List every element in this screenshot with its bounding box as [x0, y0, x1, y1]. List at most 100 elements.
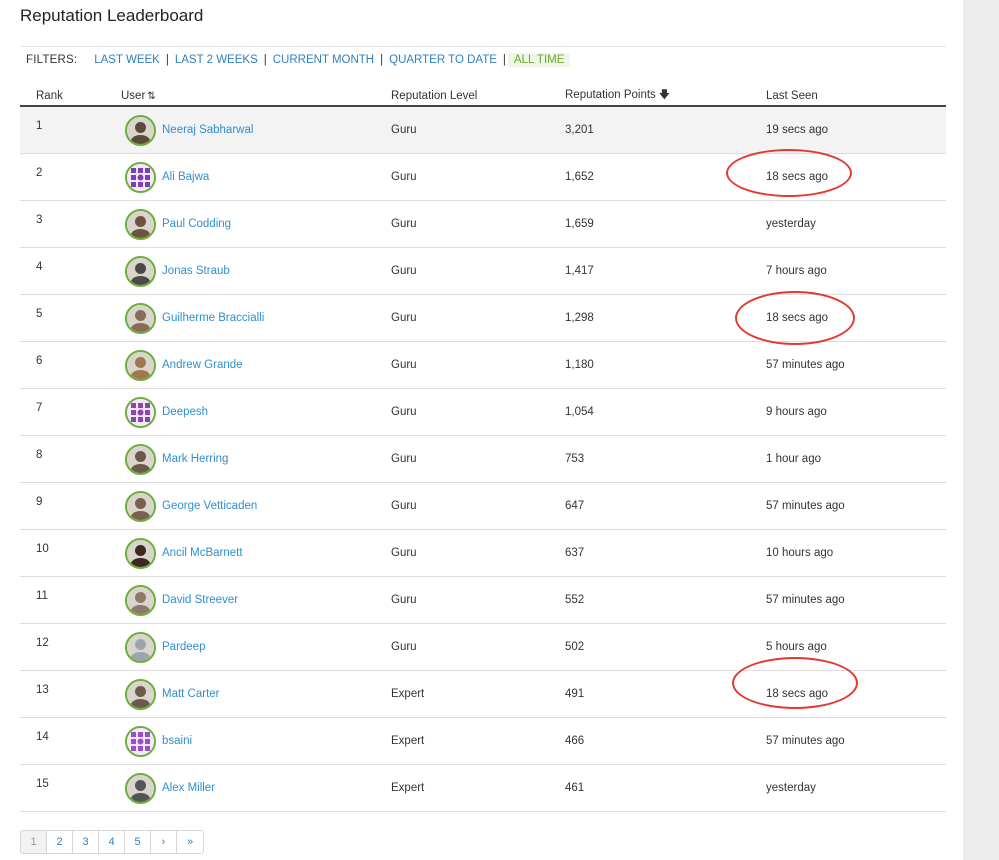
reputation-points-cell: 637	[565, 529, 766, 577]
reputation-level-cell: Guru	[391, 576, 565, 624]
filter-current-month[interactable]: CURRENT MONTH	[269, 54, 378, 66]
avatar[interactable]	[125, 208, 156, 240]
avatar[interactable]	[125, 772, 156, 804]
user-link[interactable]: David Streever	[162, 594, 238, 606]
last-seen-cell: yesterday	[766, 764, 946, 812]
avatar[interactable]	[125, 443, 156, 475]
filter-all-time[interactable]: ALL TIME	[507, 53, 571, 67]
page-4-button[interactable]: 4	[99, 831, 125, 853]
page-3-button[interactable]: 3	[73, 831, 99, 853]
sort-toggle-icon[interactable]: ⇅	[147, 91, 155, 102]
user-link[interactable]: Mark Herring	[162, 453, 228, 465]
user-link[interactable]: Jonas Straub	[162, 265, 230, 277]
table-row: 14 bsaini Expert 466 57 minutes ago	[20, 717, 946, 765]
reputation-level-cell: Guru	[391, 623, 565, 671]
avatar[interactable]	[125, 114, 156, 146]
table-row: 15 Alex Miller Expert 461 yesterday	[20, 764, 946, 812]
sort-descending-icon[interactable]: 🡇	[659, 89, 670, 101]
last-seen-cell: 57 minutes ago	[766, 482, 946, 530]
last-seen-cell: 7 hours ago	[766, 247, 946, 295]
user-link[interactable]: Pardeep	[162, 641, 205, 653]
pagination: 1 2 3 4 5 › »	[20, 830, 204, 854]
user-cell: Alex Miller	[121, 764, 391, 812]
page-5-button[interactable]: 5	[125, 831, 151, 853]
filter-quarter-to-date[interactable]: QUARTER TO DATE	[385, 54, 501, 66]
rank-cell: 1	[20, 106, 121, 154]
reputation-level-cell: Guru	[391, 435, 565, 483]
reputation-points-cell: 753	[565, 435, 766, 483]
next-page-button[interactable]: ›	[151, 831, 177, 853]
user-cell: Deepesh	[121, 388, 391, 436]
last-seen-cell: 1 hour ago	[766, 435, 946, 483]
user-link[interactable]: Neeraj Sabharwal	[162, 124, 253, 136]
rank-cell: 15	[20, 764, 121, 812]
page-2-button[interactable]: 2	[47, 831, 73, 853]
user-link[interactable]: Ali Bajwa	[162, 171, 209, 183]
identicon-avatar[interactable]	[125, 161, 156, 193]
filter-bar: FILTERS: LAST WEEK | LAST 2 WEEKS | CURR…	[26, 53, 571, 67]
reputation-points-cell: 1,298	[565, 294, 766, 342]
column-header-last-seen: Last Seen	[766, 86, 946, 107]
reputation-level-cell: Guru	[391, 153, 565, 201]
user-link[interactable]: Deepesh	[162, 406, 208, 418]
column-header-user[interactable]: User ⇅	[121, 86, 391, 107]
rank-cell: 14	[20, 717, 121, 765]
reputation-level-cell: Guru	[391, 388, 565, 436]
avatar[interactable]	[125, 584, 156, 616]
page-1-button[interactable]: 1	[21, 831, 47, 853]
identicon-avatar[interactable]	[125, 396, 156, 428]
user-link[interactable]: Ancil McBarnett	[162, 547, 243, 559]
filters-label: FILTERS:	[26, 54, 78, 66]
user-link[interactable]: Andrew Grande	[162, 359, 243, 371]
filter-last-week[interactable]: LAST WEEK	[90, 54, 164, 66]
reputation-points-cell: 491	[565, 670, 766, 718]
avatar[interactable]	[125, 302, 156, 334]
reputation-level-cell: Guru	[391, 294, 565, 342]
rank-cell: 8	[20, 435, 121, 483]
filter-last-2-weeks[interactable]: LAST 2 WEEKS	[171, 54, 262, 66]
user-link[interactable]: Alex Miller	[162, 782, 215, 794]
rank-cell: 4	[20, 247, 121, 295]
reputation-points-cell: 647	[565, 482, 766, 530]
last-seen-cell: yesterday	[766, 200, 946, 248]
user-link[interactable]: Guilherme Braccialli	[162, 312, 264, 324]
last-page-button[interactable]: »	[177, 831, 203, 853]
column-header-points[interactable]: Reputation Points 🡇	[565, 86, 766, 107]
avatar[interactable]	[125, 255, 156, 287]
user-link[interactable]: Matt Carter	[162, 688, 220, 700]
avatar[interactable]	[125, 631, 156, 663]
reputation-level-cell: Expert	[391, 670, 565, 718]
table-row: 10 Ancil McBarnett Guru 637 10 hours ago	[20, 529, 946, 577]
reputation-level-cell: Guru	[391, 106, 565, 154]
filter-separator: |	[263, 54, 267, 66]
reputation-level-cell: Guru	[391, 247, 565, 295]
rank-cell: 3	[20, 200, 121, 248]
table-row: 11 David Streever Guru 552 57 minutes ag…	[20, 576, 946, 624]
user-cell: Guilherme Braccialli	[121, 294, 391, 342]
avatar[interactable]	[125, 349, 156, 381]
rank-cell: 12	[20, 623, 121, 671]
title-divider	[20, 46, 946, 47]
avatar[interactable]	[125, 537, 156, 569]
column-header-level: Reputation Level	[391, 86, 565, 107]
last-seen-cell: 18 secs ago	[766, 294, 946, 342]
identicon-avatar[interactable]	[125, 725, 156, 757]
user-cell: Matt Carter	[121, 670, 391, 718]
table-row: 12 Pardeep Guru 502 5 hours ago	[20, 623, 946, 671]
user-link[interactable]: bsaini	[162, 735, 192, 747]
user-link[interactable]: Paul Codding	[162, 218, 231, 230]
avatar[interactable]	[125, 678, 156, 710]
avatar[interactable]	[125, 490, 156, 522]
reputation-points-cell: 1,054	[565, 388, 766, 436]
last-seen-cell: 57 minutes ago	[766, 341, 946, 389]
rank-cell: 2	[20, 153, 121, 201]
column-header-rank: Rank	[20, 86, 121, 107]
filter-separator: |	[502, 54, 506, 66]
user-cell: Neeraj Sabharwal	[121, 106, 391, 154]
table-row: 2 Ali Bajwa Guru 1,652 18 secs ago	[20, 153, 946, 201]
rank-cell: 5	[20, 294, 121, 342]
last-seen-cell: 18 secs ago	[766, 670, 946, 718]
user-link[interactable]: George Vetticaden	[162, 500, 257, 512]
rank-cell: 13	[20, 670, 121, 718]
table-row: 6 Andrew Grande Guru 1,180 57 minutes ag…	[20, 341, 946, 389]
